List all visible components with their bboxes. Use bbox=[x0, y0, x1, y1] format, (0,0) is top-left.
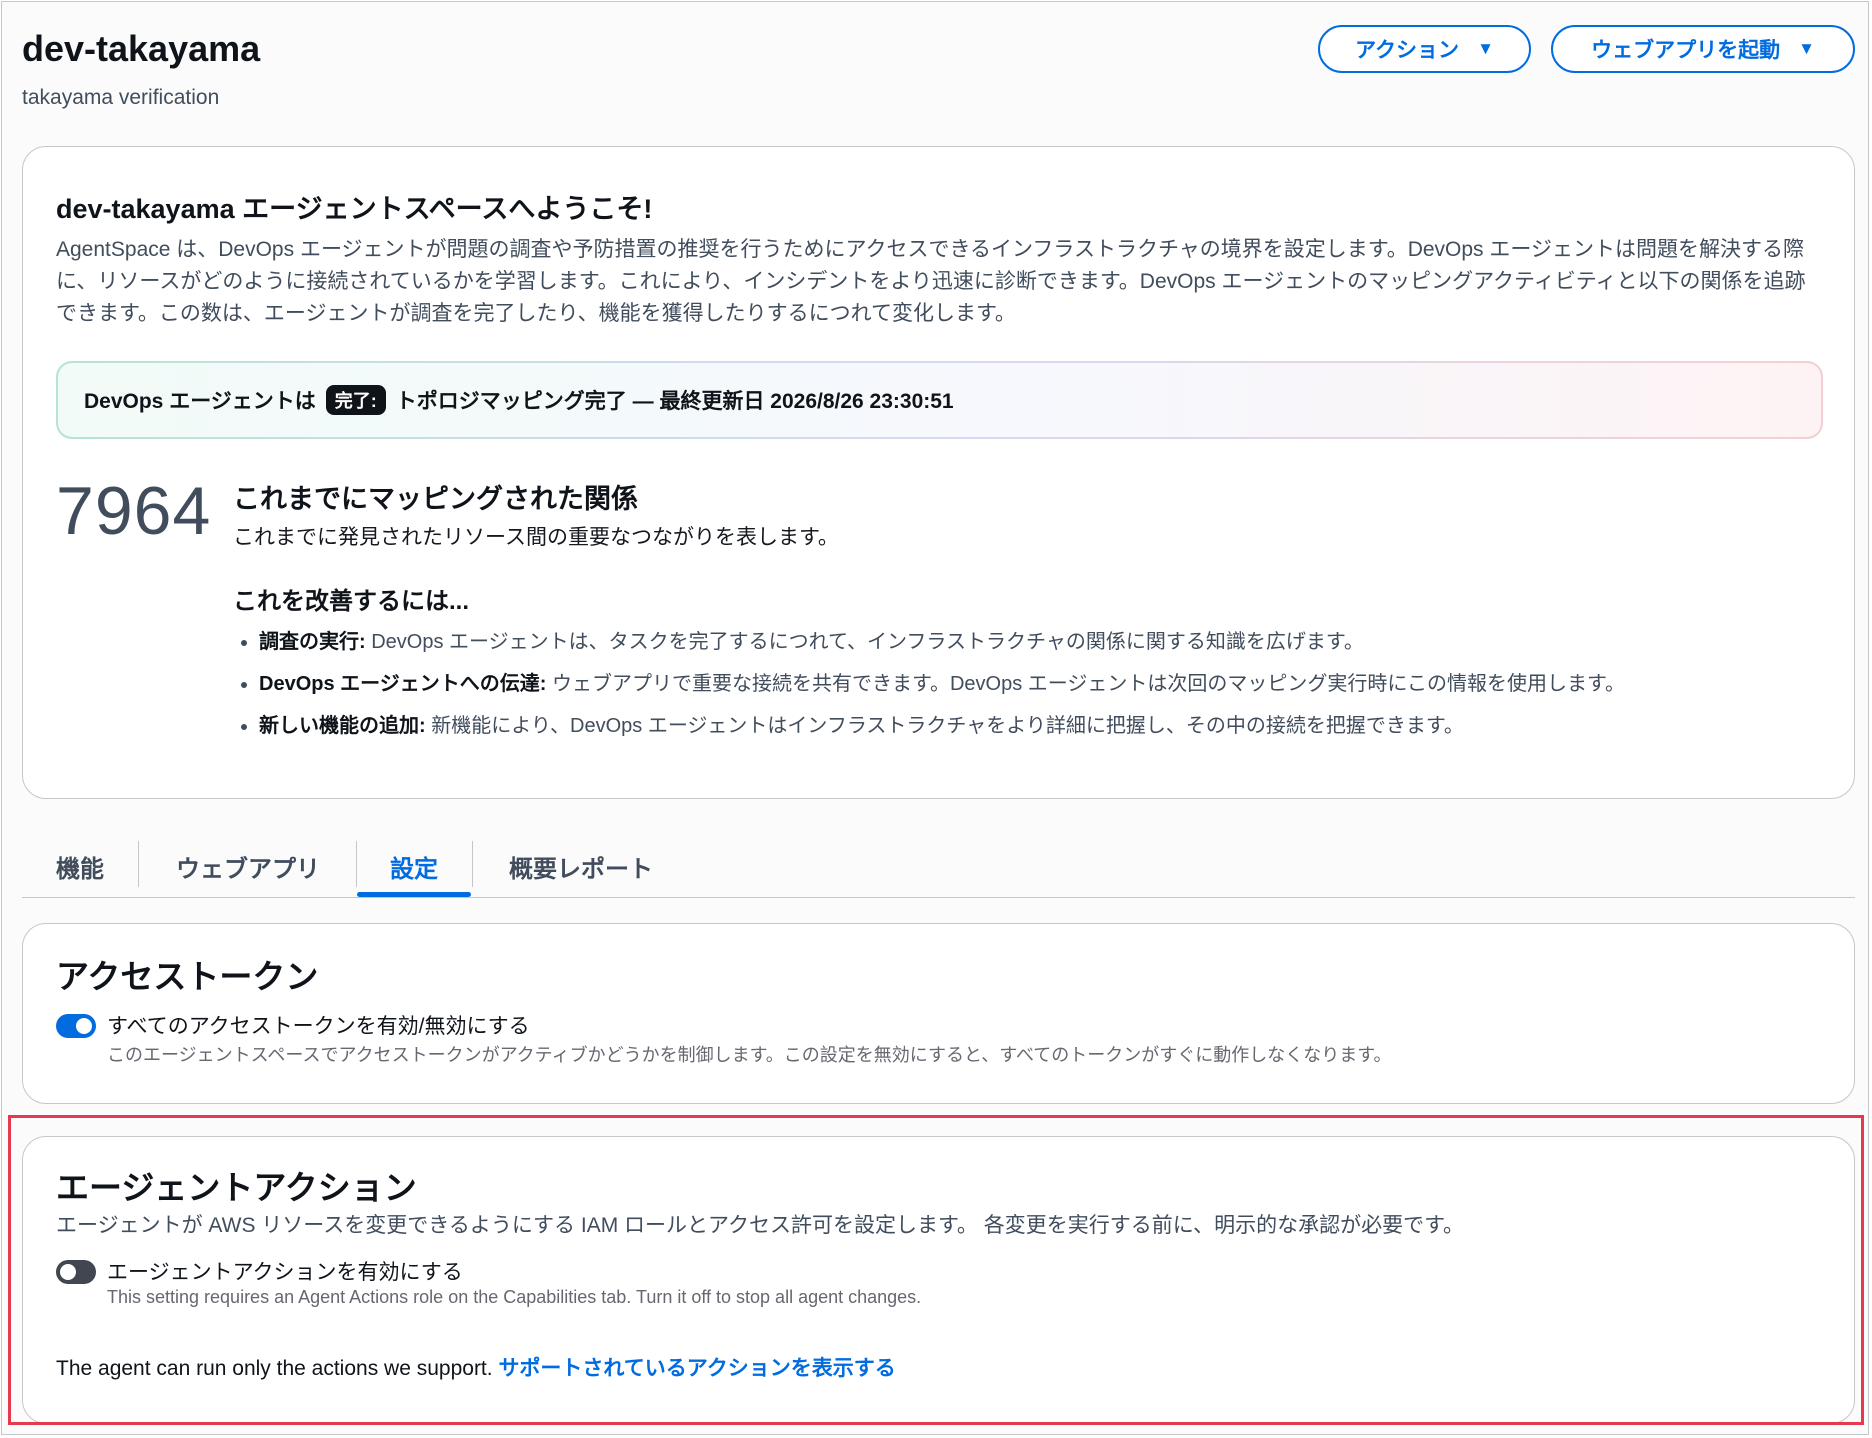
tab-divider bbox=[138, 841, 139, 887]
caret-down-icon: ▼ bbox=[1798, 39, 1815, 58]
welcome-title: dev-takayama エージェントスペースへようこそ! bbox=[56, 194, 653, 224]
welcome-description: AgentSpace は、DevOps エージェントが問題の調査や予防措置の推奨… bbox=[56, 238, 1806, 325]
agent-actions-toggle[interactable] bbox=[56, 1260, 96, 1284]
actions-button-label: アクション bbox=[1355, 39, 1460, 62]
status-text: トポロジマッピング完了 — 最終更新日 2026/8/26 23:30:51 bbox=[395, 390, 954, 413]
supported-actions-line: The agent can run only the actions we su… bbox=[56, 1352, 896, 1382]
access-tokens-toggle-description: このエージェントスペースでアクセストークンがアクティブかどうかを制御します。この… bbox=[107, 1045, 1392, 1065]
agent-actions-description: エージェントが AWS リソースを変更できるようにする IAM ロールとアクセス… bbox=[56, 1214, 1464, 1237]
tab-settings[interactable]: 設定 bbox=[357, 837, 471, 897]
list-item-text: ウェブアプリで重要な接続を共有できます。DevOps エージェントは次回のマッピ… bbox=[546, 673, 1625, 695]
list-item-bold: DevOps エージェントへの伝達: bbox=[259, 673, 547, 695]
relationship-title: これまでにマッピングされた関係 bbox=[233, 484, 638, 514]
agent-actions-toggle-description: This setting requires an Agent Actions r… bbox=[107, 1287, 922, 1307]
list-item-bold: 新しい機能の追加: bbox=[259, 715, 426, 737]
list-item: DevOps エージェントへの伝達: ウェブアプリで重要な接続を共有できます。D… bbox=[259, 669, 1625, 699]
view-supported-actions-link[interactable]: サポートされているアクションを表示する bbox=[498, 1357, 895, 1380]
access-tokens-toggle-label: すべてのアクセストークンを有効/無効にする bbox=[107, 1015, 530, 1038]
agent-actions-title: エージェントアクション bbox=[56, 1169, 417, 1206]
access-tokens-toggle[interactable] bbox=[56, 1014, 96, 1038]
actions-button[interactable]: アクション ▼ bbox=[1318, 25, 1531, 73]
welcome-card: dev-takayama エージェントスペースへようこそ! AgentSpace… bbox=[22, 146, 1855, 799]
launch-webapp-button[interactable]: ウェブアプリを起動 ▼ bbox=[1551, 25, 1855, 73]
relationship-count: 7964 bbox=[56, 473, 212, 549]
access-tokens-title: アクセストークン bbox=[56, 958, 319, 995]
page-subtitle: takayama verification bbox=[22, 86, 220, 109]
list-item: 調査の実行: DevOps エージェントは、タスクを完了するにつれて、インフラス… bbox=[259, 627, 1625, 657]
list-item-bold: 調査の実行: bbox=[259, 631, 366, 653]
tab-bar: 機能 ウェブアプリ 設定 概要レポート bbox=[22, 835, 1855, 898]
tab-divider bbox=[472, 841, 473, 887]
relationship-description: これまでに発見されたリソース間の重要なつながりを表します。 bbox=[233, 526, 839, 549]
supported-actions-text: The agent can run only the actions we su… bbox=[56, 1357, 499, 1380]
launch-webapp-button-label: ウェブアプリを起動 bbox=[1591, 39, 1781, 62]
list-item: 新しい機能の追加: 新機能により、DevOps エージェントはインフラストラクチ… bbox=[259, 711, 1625, 741]
status-badge: 完了: bbox=[325, 385, 386, 415]
toggle-knob bbox=[60, 1264, 76, 1280]
improve-list: 調査の実行: DevOps エージェントは、タスクを完了するにつれて、インフラス… bbox=[233, 627, 1625, 753]
page-title: dev-takayama bbox=[22, 28, 261, 69]
caret-down-icon: ▼ bbox=[1477, 39, 1494, 58]
tab-capabilities[interactable]: 機能 bbox=[55, 837, 105, 895]
tab-summary-report[interactable]: 概要レポート bbox=[504, 837, 658, 895]
access-tokens-card: アクセストークン すべてのアクセストークンを有効/無効にする このエージェントス… bbox=[22, 923, 1855, 1104]
status-prefix: DevOps エージェントは bbox=[84, 390, 316, 413]
list-item-text: 新機能により、DevOps エージェントはインフラストラクチャをより詳細に把握し… bbox=[425, 715, 1464, 737]
agent-actions-toggle-label: エージェントアクションを有効にする bbox=[107, 1261, 463, 1284]
improve-title: これを改善するには... bbox=[233, 588, 470, 615]
list-item-text: DevOps エージェントは、タスクを完了するにつれて、インフラストラクチャの関… bbox=[365, 631, 1364, 653]
toggle-knob bbox=[76, 1018, 92, 1034]
agent-actions-card: エージェントアクション エージェントが AWS リソースを変更できるようにする … bbox=[22, 1136, 1855, 1424]
tab-webapp[interactable]: ウェブアプリ bbox=[170, 837, 326, 895]
mapping-status-banner: DevOps エージェントは 完了: トポロジマッピング完了 — 最終更新日 2… bbox=[56, 361, 1823, 439]
